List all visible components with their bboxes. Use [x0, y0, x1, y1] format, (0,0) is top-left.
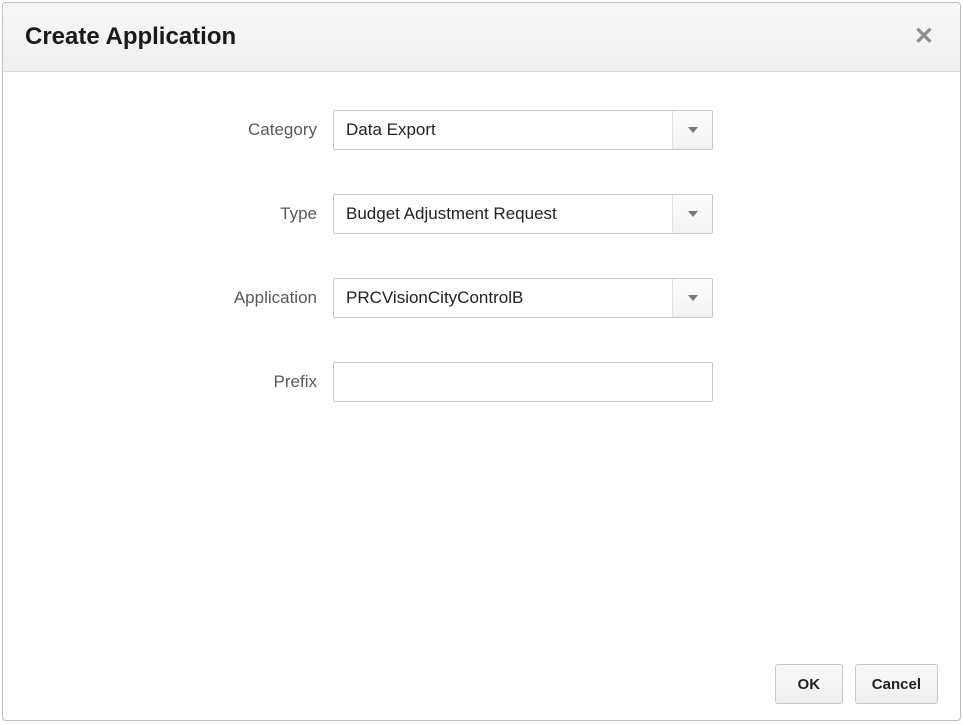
- dropdown-category[interactable]: Data Export: [333, 110, 713, 150]
- chevron-down-icon: [688, 295, 698, 301]
- dropdown-application[interactable]: PRCVisionCityControlB: [333, 278, 713, 318]
- chevron-down-icon: [688, 211, 698, 217]
- row-application: Application PRCVisionCityControlB: [23, 278, 940, 318]
- label-application: Application: [23, 288, 333, 308]
- row-prefix: Prefix: [23, 362, 940, 402]
- close-icon[interactable]: ✕: [910, 21, 938, 53]
- dropdown-category-value: Data Export: [334, 120, 672, 140]
- dropdown-type-value: Budget Adjustment Request: [334, 204, 672, 224]
- label-category: Category: [23, 120, 333, 140]
- row-category: Category Data Export: [23, 110, 940, 150]
- create-application-dialog: Create Application ✕ Category Data Expor…: [2, 2, 961, 721]
- dialog-title: Create Application: [25, 23, 236, 51]
- label-type: Type: [23, 204, 333, 224]
- dropdown-application-arrow[interactable]: [672, 279, 712, 317]
- dialog-footer: OK Cancel: [3, 648, 960, 720]
- chevron-down-icon: [688, 127, 698, 133]
- label-prefix: Prefix: [23, 372, 333, 392]
- dialog-body: Category Data Export Type Budget Adjustm…: [3, 72, 960, 648]
- prefix-input[interactable]: [333, 362, 713, 402]
- cancel-button[interactable]: Cancel: [855, 664, 938, 704]
- dropdown-type-arrow[interactable]: [672, 195, 712, 233]
- dropdown-category-arrow[interactable]: [672, 111, 712, 149]
- dropdown-type[interactable]: Budget Adjustment Request: [333, 194, 713, 234]
- dropdown-application-value: PRCVisionCityControlB: [334, 288, 672, 308]
- ok-button[interactable]: OK: [775, 664, 843, 704]
- row-type: Type Budget Adjustment Request: [23, 194, 940, 234]
- dialog-header: Create Application ✕: [3, 3, 960, 72]
